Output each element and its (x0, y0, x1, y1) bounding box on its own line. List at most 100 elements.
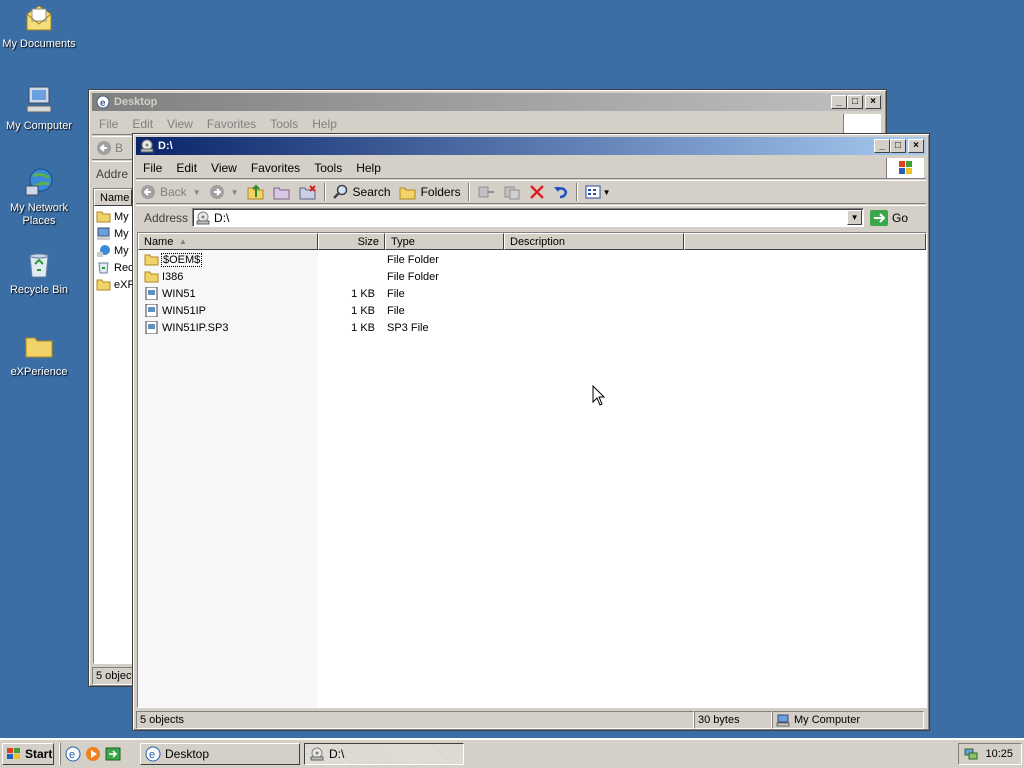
menu-view[interactable]: View (204, 161, 244, 175)
views-icon (585, 185, 601, 199)
menu-help[interactable]: Help (349, 161, 388, 175)
status-objects: 5 objects (136, 711, 694, 729)
address-label: Addre (96, 166, 129, 181)
show-desktop-icon[interactable] (105, 746, 121, 762)
table-row[interactable]: WIN51IP 1 KB File (138, 302, 500, 319)
computer-icon (97, 227, 110, 240)
list-item[interactable]: Rec (94, 259, 132, 276)
delete-button[interactable] (525, 181, 549, 203)
network-places-icon (23, 166, 55, 198)
menu-tools[interactable]: Tools (263, 117, 305, 131)
desktop-icon-my-computer[interactable]: My Computer (0, 84, 78, 133)
sort-ascending-icon: ▲ (179, 237, 187, 246)
file-list[interactable]: Name My My My Rec eXF (93, 188, 133, 664)
file-name: WIN51IP (162, 304, 207, 317)
menu-edit[interactable]: Edit (125, 117, 160, 131)
ie-icon[interactable]: e (65, 746, 81, 762)
folders-button[interactable]: Folders (395, 181, 465, 203)
folder-options-button[interactable] (269, 181, 295, 203)
copy-to-button[interactable] (499, 181, 525, 203)
menu-file[interactable]: File (92, 117, 125, 131)
table-row[interactable]: I386 File Folder (138, 268, 500, 285)
folder-icon (23, 330, 55, 362)
list-item[interactable]: My (94, 242, 132, 259)
folder-star-icon (273, 187, 290, 200)
folder-icon (96, 211, 111, 223)
recycle-bin-icon (98, 262, 109, 274)
table-row[interactable]: WIN51IP.SP3 1 KB SP3 File (138, 319, 500, 336)
go-button[interactable]: Go (870, 209, 908, 226)
column-header: Name (94, 189, 132, 206)
close-button[interactable]: × (865, 95, 881, 109)
go-arrow-icon (870, 209, 889, 226)
menu-view[interactable]: View (160, 117, 200, 131)
desktop-window-titlebar[interactable]: e Desktop _ □ × (92, 93, 883, 111)
network-tray-icon[interactable] (963, 747, 979, 761)
taskbar-button-desktop[interactable]: e Desktop (140, 743, 300, 765)
media-player-icon[interactable] (85, 746, 101, 762)
minimize-button[interactable]: _ (831, 95, 847, 109)
desktop-icon-network[interactable]: My Network Places (0, 166, 78, 228)
back-button[interactable]: Back ▼ (136, 181, 205, 203)
file-name: WIN51IP.SP3 (162, 321, 229, 334)
table-row[interactable]: $OEM$ File Folder (138, 251, 500, 268)
table-row[interactable]: WIN51 1 KB File (138, 285, 500, 302)
taskbar: Start e e Desktop D:\ 10:25 (0, 738, 1024, 768)
file-size: 1 KB (351, 321, 375, 334)
quick-launch: e (60, 742, 121, 765)
close-button[interactable]: × (908, 139, 924, 153)
mouse-cursor-icon (592, 385, 606, 406)
file-type: File Folder (387, 253, 439, 266)
menu-tools[interactable]: Tools (307, 161, 349, 175)
explorer-window[interactable]: D:\ _ □ × File Edit View Favorites Tools… (132, 133, 930, 731)
column-filler (684, 233, 926, 250)
desktop-icon-my-documents[interactable]: My Documents (0, 2, 78, 51)
desktop-icon-experience[interactable]: eXPerience (0, 330, 78, 379)
up-folder-button[interactable] (243, 181, 269, 203)
column-type[interactable]: Type (385, 233, 504, 250)
menu-favorites[interactable]: Favorites (244, 161, 307, 175)
menu-file[interactable]: File (136, 161, 169, 175)
network-icon (97, 245, 110, 257)
address-input[interactable]: D:\ ▼ (192, 208, 865, 227)
move-to-icon (478, 186, 494, 198)
address-dropdown-button[interactable]: ▼ (847, 210, 863, 225)
column-name[interactable]: Name ▲ (138, 233, 318, 250)
maximize-button[interactable]: □ (847, 95, 863, 109)
menu-favorites[interactable]: Favorites (200, 117, 263, 131)
file-list[interactable]: Name ▲ Size Type Description $OEM$ File … (137, 232, 927, 708)
move-to-button[interactable] (473, 181, 499, 203)
list-item[interactable]: My (94, 208, 132, 225)
menu-edit[interactable]: Edit (169, 161, 204, 175)
maximize-button[interactable]: □ (890, 139, 906, 153)
start-button[interactable]: Start (2, 742, 54, 765)
back-arrow-icon (141, 185, 155, 199)
address-bar: Address D:\ ▼ Go (136, 205, 926, 229)
undo-button[interactable] (549, 181, 573, 203)
search-icon (332, 184, 347, 199)
chevron-down-icon[interactable]: ▼ (231, 188, 239, 197)
menubar: File Edit View Favorites Tools Help (92, 113, 883, 135)
column-name[interactable]: Name (94, 189, 132, 206)
list-item[interactable]: eXF (94, 276, 132, 293)
minimize-button[interactable]: _ (874, 139, 890, 153)
folder-delete-button[interactable] (295, 181, 321, 203)
column-description[interactable]: Description (504, 233, 684, 250)
back-button[interactable]: B (92, 137, 127, 159)
taskbar-button-d-drive[interactable]: D:\ (304, 743, 464, 765)
search-label: Search (352, 185, 391, 199)
views-button[interactable]: ▼ (581, 181, 615, 203)
toolbar-separator (467, 183, 470, 201)
column-size[interactable]: Size (318, 233, 385, 250)
forward-button[interactable]: ▼ (205, 181, 243, 203)
delete-x-icon (529, 185, 544, 199)
windows-logo-icon (886, 157, 924, 178)
search-button[interactable]: Search (329, 181, 395, 203)
chevron-down-icon[interactable]: ▼ (193, 188, 201, 197)
menubar: File Edit View Favorites Tools Help (136, 157, 926, 179)
desktop-icon-recycle-bin[interactable]: Recycle Bin (0, 248, 78, 297)
copy-to-icon (504, 186, 520, 200)
menu-help[interactable]: Help (305, 117, 344, 131)
list-item[interactable]: My (94, 225, 132, 242)
explorer-titlebar[interactable]: D:\ _ □ × (136, 137, 926, 155)
